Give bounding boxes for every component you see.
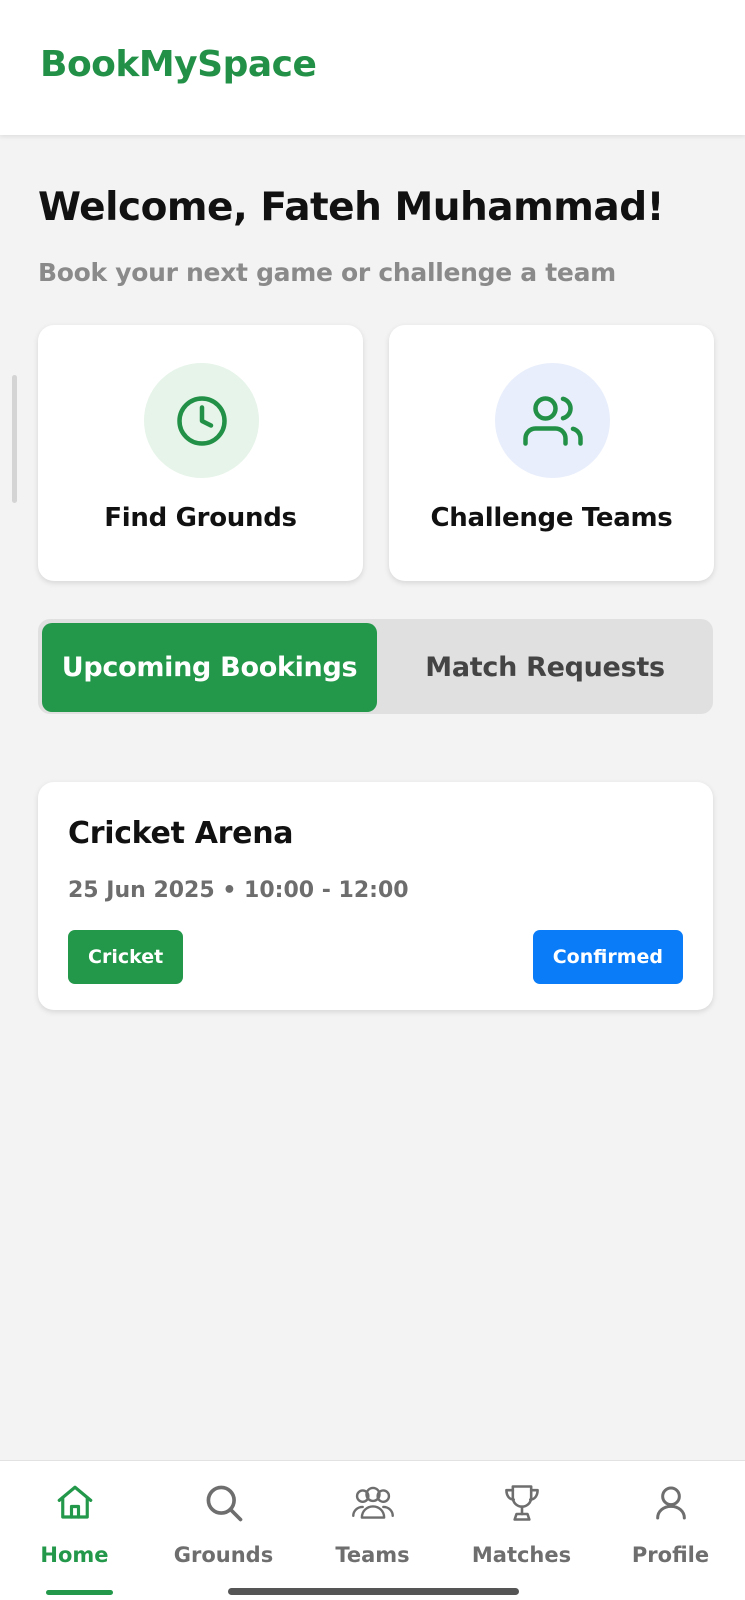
booking-datetime: 25 Jun 2025 • 10:00 - 12:00: [68, 878, 409, 903]
user-icon: [646, 1478, 696, 1528]
challenge-teams-icon-circle: [495, 363, 610, 478]
nav-grounds[interactable]: Grounds: [149, 1461, 298, 1600]
top-app-bar: BookMySpace: [0, 0, 745, 135]
bookings-tabs: Upcoming Bookings Match Requests: [38, 619, 713, 714]
active-tab-underline: [46, 1590, 113, 1595]
booking-card[interactable]: Cricket Arena 25 Jun 2025 • 10:00 - 12:0…: [38, 782, 713, 1010]
users-icon: [522, 395, 583, 446]
challenge-teams-label: Challenge Teams: [430, 503, 673, 533]
clock-icon: [176, 395, 227, 446]
sport-badge: Cricket: [68, 930, 184, 984]
system-home-indicator: [228, 1588, 519, 1595]
welcome-subtitle: Book your next game or challenge a team: [38, 258, 616, 287]
nav-home-label: Home: [40, 1543, 109, 1567]
trophy-icon: [497, 1478, 547, 1528]
welcome-title: Welcome, Fateh Muhammad!: [38, 185, 664, 230]
bottom-navigation: Home Grounds Teams Matches Profile: [0, 1460, 745, 1600]
nav-home[interactable]: Home: [0, 1461, 149, 1600]
booking-venue: Cricket Arena: [68, 816, 294, 851]
nav-teams-label: Teams: [335, 1543, 410, 1567]
nav-grounds-label: Grounds: [173, 1543, 274, 1567]
nav-matches[interactable]: Matches: [447, 1461, 596, 1600]
nav-teams[interactable]: Teams: [298, 1461, 447, 1600]
brand-logo[interactable]: BookMySpace: [40, 44, 317, 85]
find-grounds-card[interactable]: Find Grounds: [38, 325, 363, 581]
nav-profile[interactable]: Profile: [596, 1461, 745, 1600]
challenge-teams-card[interactable]: Challenge Teams: [389, 325, 714, 581]
tab-match-requests[interactable]: Match Requests: [377, 623, 713, 712]
scroll-indicator: [12, 375, 17, 503]
find-grounds-label: Find Grounds: [104, 503, 297, 533]
nav-profile-label: Profile: [631, 1543, 710, 1567]
find-grounds-icon-circle: [144, 363, 259, 478]
app-screen: BookMySpace Welcome, Fateh Muhammad! Boo…: [0, 0, 745, 1600]
team-icon: [348, 1478, 398, 1528]
home-icon: [50, 1478, 100, 1528]
tab-upcoming-bookings[interactable]: Upcoming Bookings: [42, 623, 377, 712]
status-badge: Confirmed: [532, 930, 683, 984]
nav-matches-label: Matches: [471, 1543, 572, 1567]
search-icon: [199, 1478, 249, 1528]
